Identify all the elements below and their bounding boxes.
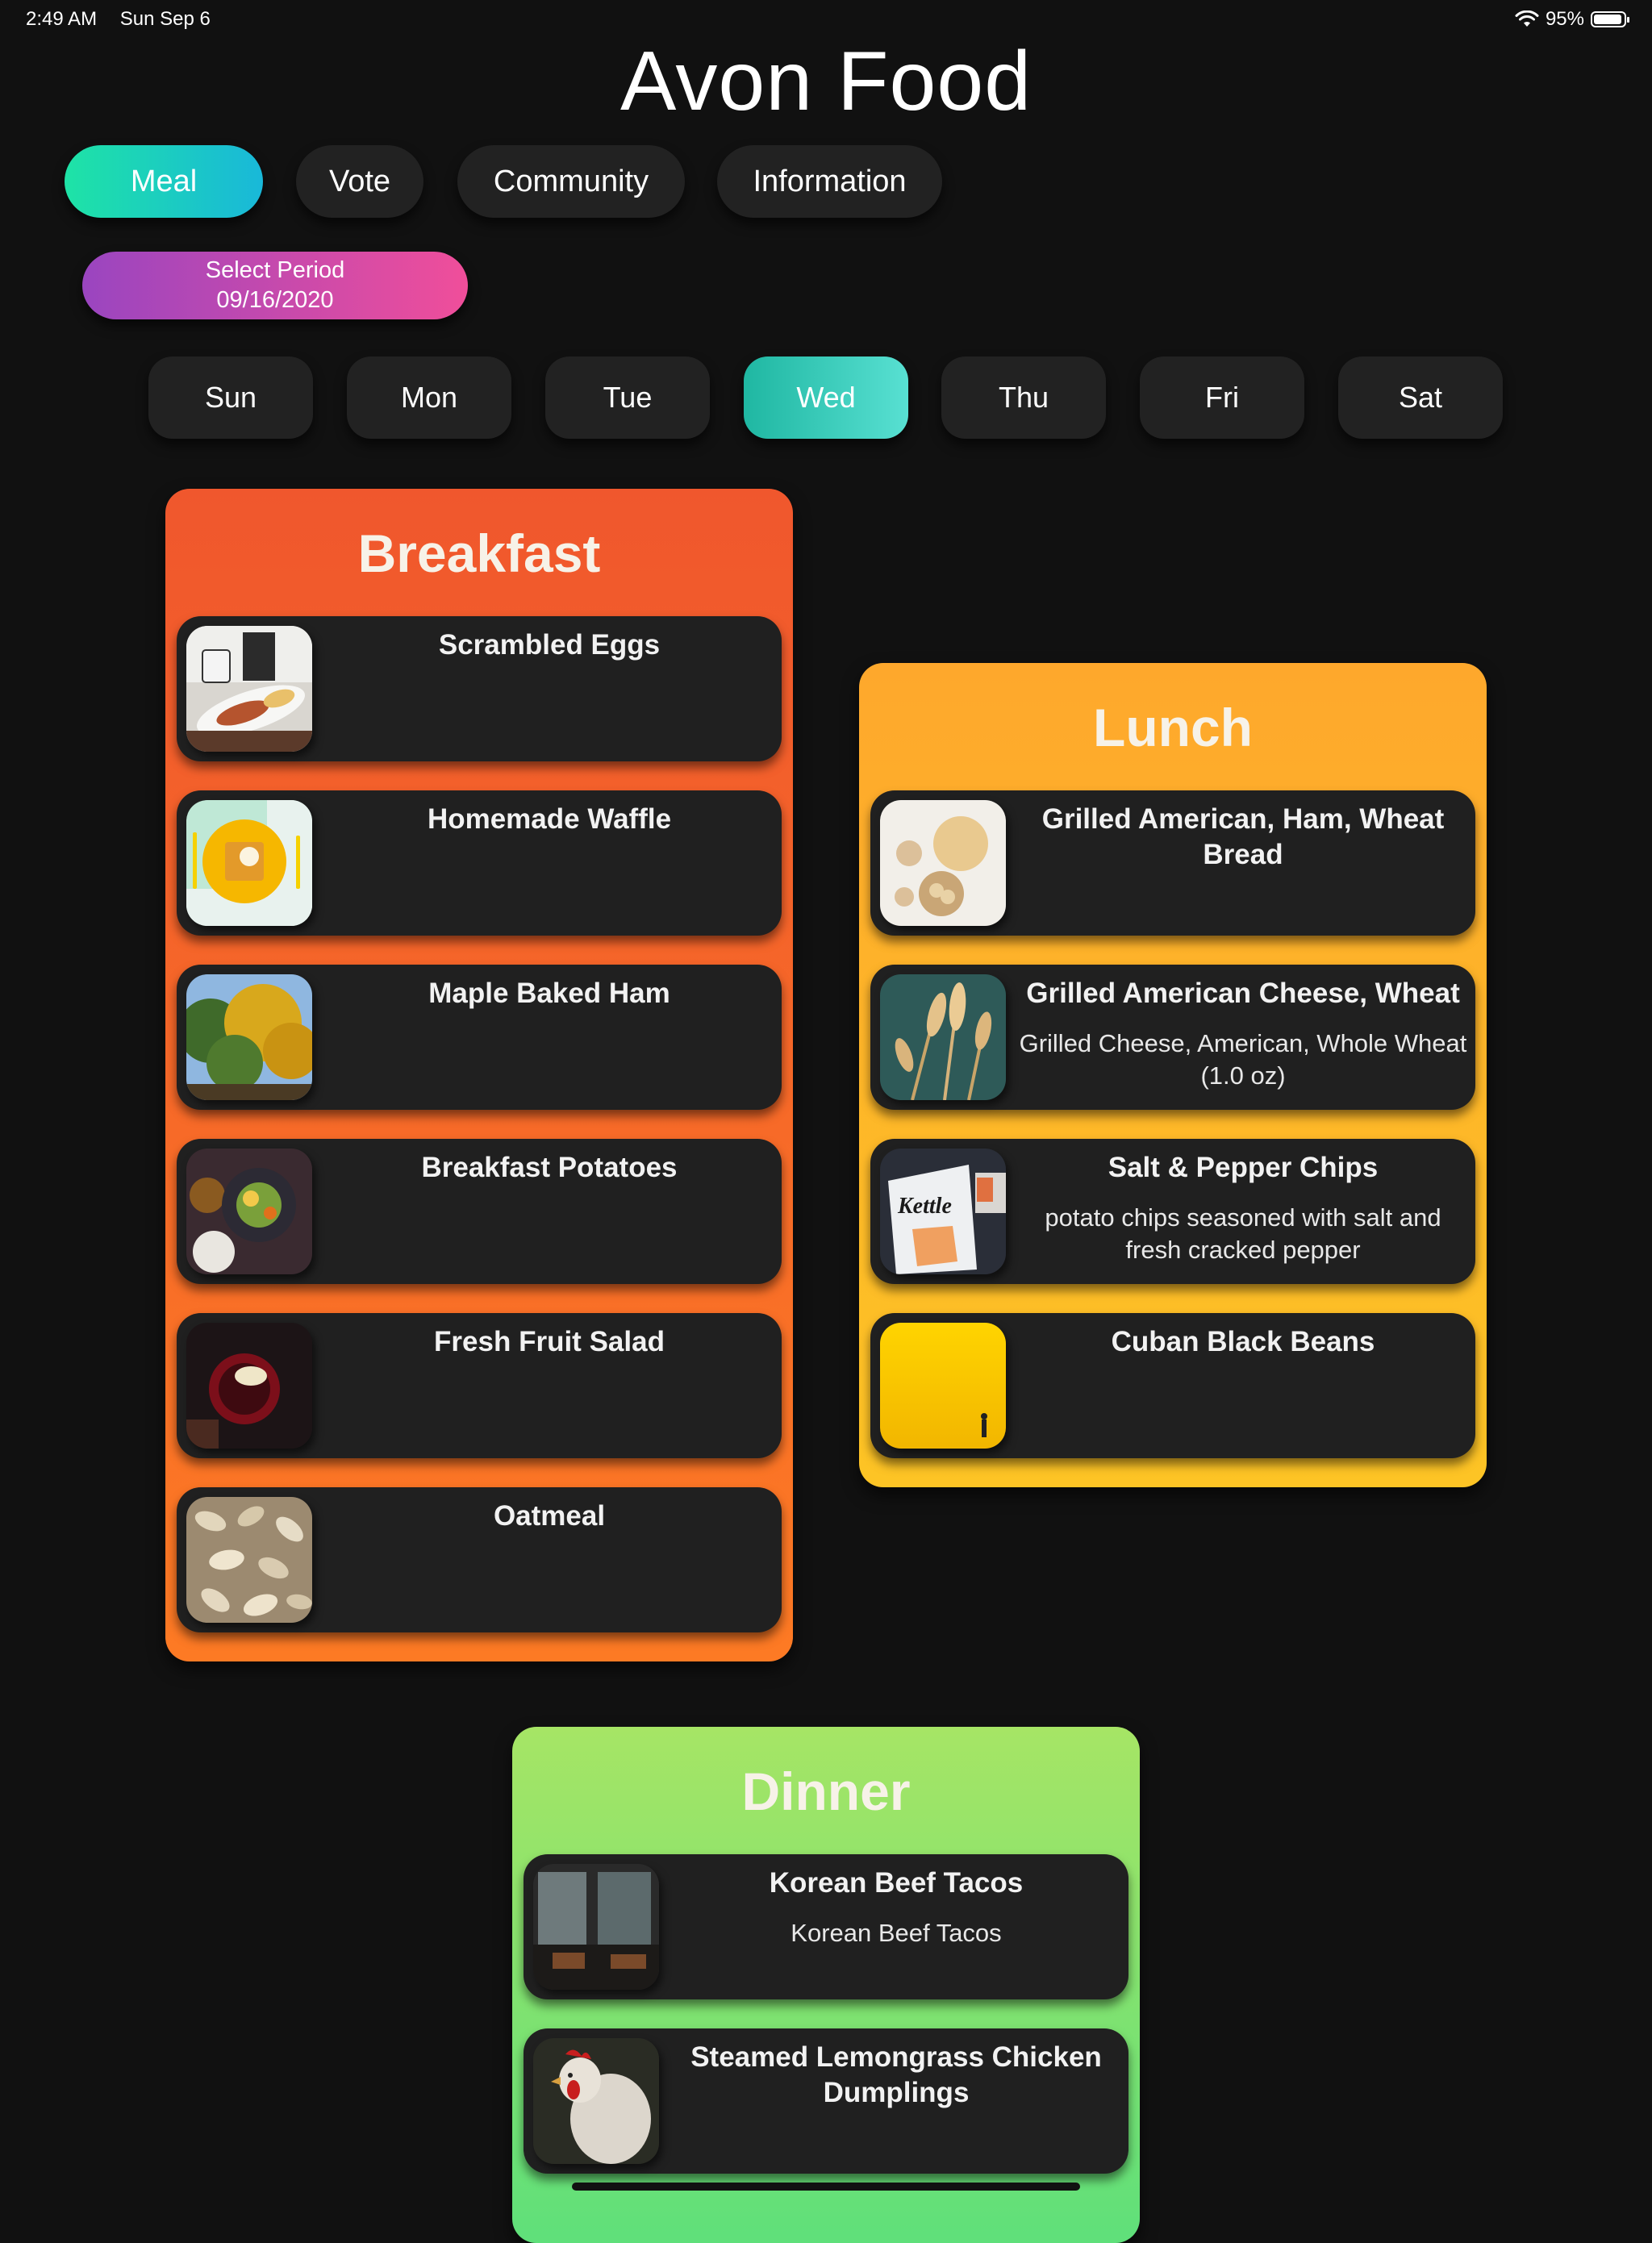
breakfast-panel: Breakfast Scrambled Eggs Homemade Waffle…: [165, 489, 793, 1661]
food-photo-restaurant-interior: [533, 1864, 659, 1990]
status-bar-right: 95%: [1515, 8, 1629, 31]
food-photo-wheat: [880, 974, 1006, 1100]
item-name: Grilled American Cheese, Wheat: [1026, 978, 1460, 1009]
item-description: potato chips seasoned with salt and fres…: [1045, 1203, 1441, 1264]
item-name: Fresh Fruit Salad: [434, 1326, 665, 1357]
menu-item-card[interactable]: Oatmeal: [177, 1487, 782, 1632]
battery-icon: [1591, 11, 1629, 27]
food-photo-yellow-wall: [880, 1323, 1006, 1449]
menu-item-card[interactable]: Scrambled Eggs: [177, 616, 782, 761]
day-sat[interactable]: Sat: [1338, 356, 1503, 439]
food-photo-table-spread: [186, 1149, 312, 1274]
item-name: Breakfast Potatoes: [421, 1152, 678, 1183]
item-name: Steamed Lemongrass Chicken Dumplings: [690, 2041, 1102, 2108]
tab-meal[interactable]: Meal: [65, 145, 263, 218]
food-photo-breakfast-plate: [186, 626, 312, 752]
food-photo-autumn-trees: [186, 974, 312, 1100]
item-name: Cuban Black Beans: [1111, 1326, 1375, 1357]
day-sun[interactable]: Sun: [148, 356, 313, 439]
lunch-panel: Lunch Grilled American, Ham, Wheat Bread: [859, 663, 1487, 1487]
food-photo-rooster: [533, 2038, 659, 2164]
dinner-panel: Dinner Korean Beef Tacos Korean Beef Tac…: [512, 1727, 1140, 2243]
select-period-button[interactable]: Select Period 09/16/2020: [82, 252, 468, 319]
day-mon[interactable]: Mon: [347, 356, 511, 439]
day-tue[interactable]: Tue: [545, 356, 710, 439]
tab-community[interactable]: Community: [457, 145, 685, 218]
status-bar-left: 2:49 AM Sun Sep 6: [26, 8, 228, 31]
item-name: Oatmeal: [493, 1500, 606, 1532]
menu-item-card[interactable]: Cuban Black Beans: [870, 1313, 1475, 1458]
wifi-icon: [1515, 10, 1539, 27]
food-photo-bread-rolls: [880, 800, 1006, 926]
period-label: Select Period: [205, 257, 345, 283]
battery-percent: 95%: [1545, 8, 1584, 30]
dinner-title: Dinner: [741, 1761, 911, 1821]
menu-item-card[interactable]: Korean Beef Tacos Korean Beef Tacos: [524, 1854, 1128, 1999]
food-photo-waffle: [186, 800, 312, 926]
item-name: Salt & Pepper Chips: [1108, 1152, 1379, 1183]
svg-text:Kettle: Kettle: [897, 1194, 952, 1219]
app-title: Avon Food: [620, 35, 1032, 128]
menu-item-card[interactable]: Fresh Fruit Salad: [177, 1313, 782, 1458]
tab-information[interactable]: Information: [717, 145, 942, 218]
food-photo-red-bowl: [186, 1323, 312, 1449]
status-date: Sun Sep 6: [119, 8, 211, 30]
day-fri[interactable]: Fri: [1140, 356, 1304, 439]
period-date: 09/16/2020: [216, 287, 334, 313]
item-name: Korean Beef Tacos: [769, 1867, 1024, 1899]
breakfast-title: Breakfast: [357, 523, 601, 583]
day-wed[interactable]: Wed: [744, 356, 908, 439]
item-name: Grilled American, Ham, Wheat Bread: [1041, 803, 1445, 870]
lunch-title: Lunch: [1093, 698, 1253, 757]
menu-item-card[interactable]: Kettle Salt & Pepper Chips potato chips …: [870, 1139, 1475, 1284]
status-time: 2:49 AM: [26, 8, 98, 30]
food-photo-oats: [186, 1497, 312, 1623]
menu-item-card[interactable]: Grilled American, Ham, Wheat Bread: [870, 790, 1475, 936]
menu-item-card[interactable]: Grilled American Cheese, Wheat Grilled C…: [870, 965, 1475, 1110]
item-name: Maple Baked Ham: [428, 978, 670, 1009]
food-photo-chips-bag: Kettle: [880, 1149, 1006, 1274]
menu-item-card[interactable]: Maple Baked Ham: [177, 965, 782, 1110]
item-name: Scrambled Eggs: [438, 629, 661, 661]
menu-item-card[interactable]: Homemade Waffle: [177, 790, 782, 936]
home-indicator[interactable]: [572, 2183, 1080, 2191]
item-description: Korean Beef Tacos: [791, 1919, 1002, 1947]
menu-item-card[interactable]: Breakfast Potatoes: [177, 1139, 782, 1284]
menu-item-card[interactable]: Steamed Lemongrass Chicken Dumplings: [524, 2028, 1128, 2174]
item-description: Grilled Cheese, American, Whole Wheat (1…: [1019, 1029, 1467, 1090]
day-thu[interactable]: Thu: [941, 356, 1106, 439]
item-name: Homemade Waffle: [427, 803, 672, 835]
tab-vote[interactable]: Vote: [296, 145, 423, 218]
